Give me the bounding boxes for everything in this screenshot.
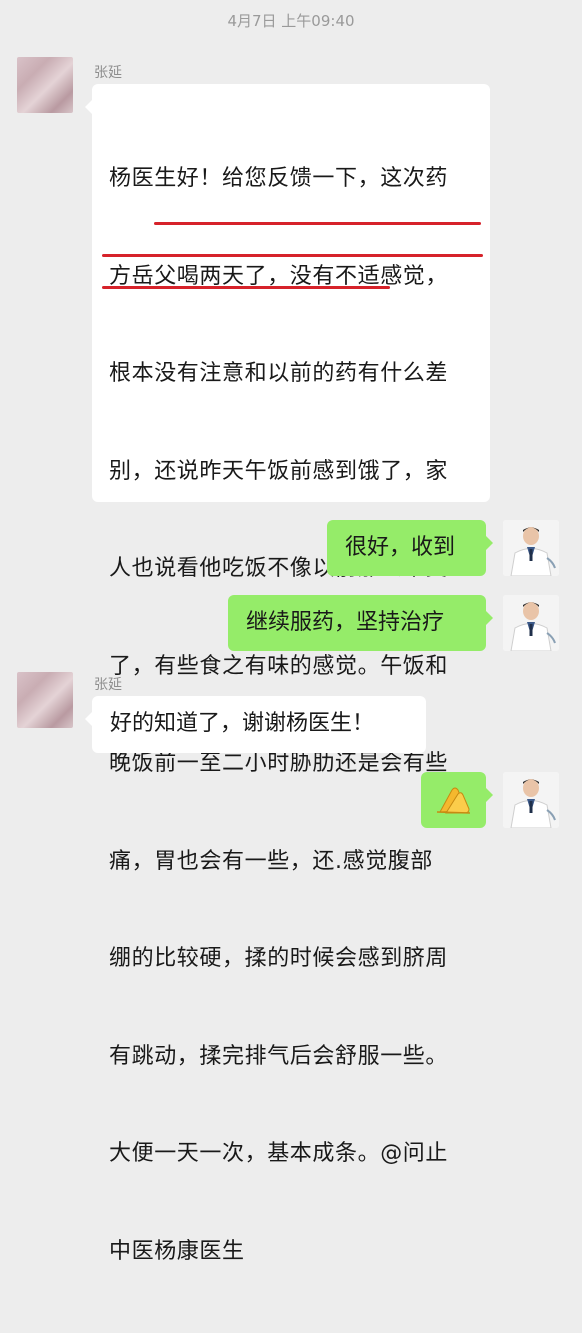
message-line: 有跳动，揉完排气后会舒服一些。 (109, 1043, 449, 1069)
message-bubble-outgoing[interactable]: 继续服药，坚持治疗 (228, 595, 493, 651)
sender-avatar[interactable] (17, 57, 73, 113)
message-line: 痛，胃也会有一些，还.感觉腹部 (109, 848, 433, 874)
sender-avatar[interactable] (17, 672, 73, 728)
highlight-underline (154, 222, 481, 225)
message-line: 了，有些食之有味的感觉。午饭和 (109, 653, 449, 679)
message-bubble-incoming[interactable]: 好的知道了，谢谢杨医生！ (85, 696, 426, 753)
message-bubble-outgoing[interactable] (421, 772, 493, 828)
sender-name: 张延 (94, 65, 122, 81)
clapping-hands-icon (436, 787, 471, 814)
doctor-avatar[interactable] (503, 772, 559, 828)
message-bubble-incoming[interactable]: 杨医生好！给您反馈一下，这次药 方岳父喝两天了，没有不适感觉， 根本没有注意和以… (85, 84, 490, 1264)
message-line: 大便一天一次，基本成条。@问止 (109, 1141, 449, 1166)
message-line: 绷的比较硬，揉的时候会感到脐周 (109, 946, 449, 971)
message-line: 杨医生好！给您反馈一下，这次药 (109, 166, 449, 191)
sender-name: 张延 (94, 677, 122, 693)
message-text: 很好，收到 (345, 535, 456, 560)
timestamp: 4月7日 上午09:40 (227, 12, 355, 30)
message-line: 中医杨康医生 (109, 1238, 245, 1264)
message-text: 好的知道了，谢谢杨医生！ (110, 711, 375, 736)
doctor-avatar[interactable] (503, 595, 559, 651)
doctor-avatar[interactable] (503, 520, 559, 576)
highlight-underline (102, 286, 390, 289)
message-line: 别，还说昨天午饭前感到饿了，家 (109, 458, 449, 484)
doctor-portrait-icon (503, 595, 559, 651)
message-text: 继续服药，坚持治疗 (246, 610, 445, 635)
message-bubble-outgoing[interactable]: 很好，收到 (327, 520, 493, 576)
highlight-underline (102, 254, 483, 257)
message-line: 根本没有注意和以前的药有什么差 (109, 361, 449, 386)
doctor-portrait-icon (503, 772, 559, 828)
doctor-portrait-icon (503, 520, 559, 576)
